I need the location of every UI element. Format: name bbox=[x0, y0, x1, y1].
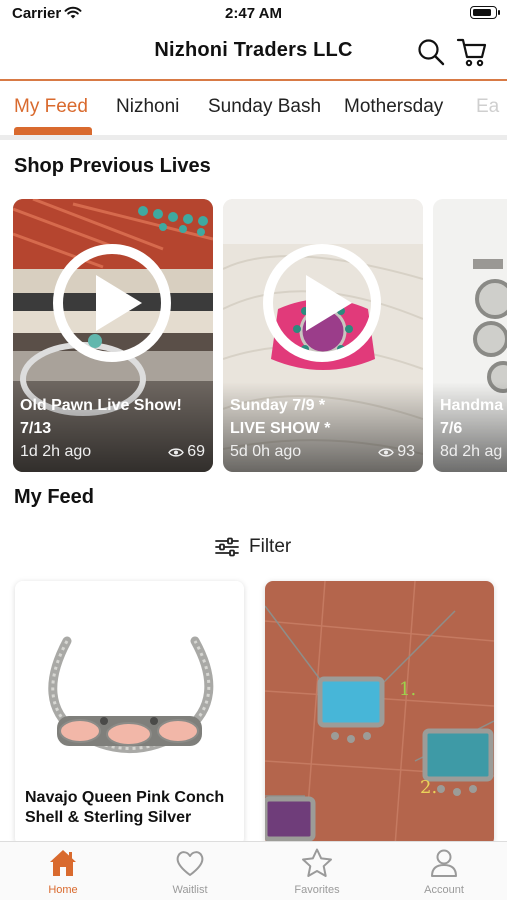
app-header: Nizhoni Traders LLC bbox=[0, 28, 507, 80]
person-icon bbox=[431, 849, 457, 877]
live-views: 93 bbox=[378, 443, 415, 461]
sliders-icon bbox=[215, 537, 239, 557]
star-icon bbox=[302, 848, 332, 877]
filter-label: Filter bbox=[249, 536, 292, 557]
tab-my-feed[interactable]: My Feed bbox=[14, 96, 88, 118]
live-age: 1d 2h ago bbox=[20, 443, 92, 460]
battery-icon bbox=[470, 6, 500, 19]
tab-nizhoni[interactable]: Nizhoni bbox=[116, 96, 179, 118]
section-title-previous-lives: Shop Previous Lives bbox=[14, 155, 211, 177]
tab-sunday-bash[interactable]: Sunday Bash bbox=[208, 96, 321, 118]
product-card[interactable]: Navajo Queen Pink Conch Shell & Sterling… bbox=[15, 581, 244, 846]
live-age: 8d 2h ag bbox=[440, 443, 503, 460]
nav-label: Favorites bbox=[294, 884, 340, 896]
battery-level bbox=[473, 9, 491, 16]
tab-partial[interactable]: Ea bbox=[476, 96, 499, 118]
eye-icon bbox=[168, 447, 185, 457]
nav-label: Waitlist bbox=[172, 884, 208, 896]
product-image bbox=[15, 581, 244, 781]
nav-account[interactable]: Account bbox=[381, 842, 507, 900]
nav-home[interactable]: Home bbox=[0, 842, 126, 900]
product-title: Navajo Queen Pink Conch Shell & Sterling… bbox=[25, 789, 225, 826]
live-title: Old Pawn Live Show! 7/13 bbox=[20, 397, 182, 437]
live-title: Handma 7/6 bbox=[440, 397, 504, 437]
heart-icon bbox=[176, 851, 204, 876]
tab-mothersday[interactable]: Mothersday bbox=[344, 96, 443, 118]
live-card[interactable]: Old Pawn Live Show! 7/13 1d 2h ago 69 bbox=[13, 199, 213, 472]
nav-label: Home bbox=[48, 884, 78, 896]
views-count: 69 bbox=[187, 443, 205, 460]
eye-icon bbox=[378, 447, 395, 457]
previous-lives-carousel[interactable]: Old Pawn Live Show! 7/13 1d 2h ago 69 Su… bbox=[0, 199, 507, 473]
search-icon[interactable] bbox=[417, 38, 445, 66]
product-card[interactable]: 1. 2. bbox=[265, 581, 494, 846]
live-card[interactable]: Handma 7/6 8d 2h ag bbox=[433, 199, 507, 472]
status-bar: Carrier 2:47 AM bbox=[0, 0, 507, 28]
nav-waitlist[interactable]: Waitlist bbox=[127, 842, 253, 900]
nav-label: Account bbox=[424, 884, 464, 896]
status-time: 2:47 AM bbox=[225, 5, 282, 22]
live-title: Sunday 7/9 * LIVE SHOW * bbox=[230, 397, 331, 437]
photo-label-2: 2. bbox=[420, 777, 437, 798]
bottom-navigation: Home Waitlist Favorites Account bbox=[0, 841, 507, 900]
filter-button[interactable]: Filter bbox=[215, 534, 291, 560]
tabs-divider bbox=[0, 135, 507, 140]
cart-icon[interactable] bbox=[456, 36, 488, 68]
product-image: 1. 2. bbox=[265, 581, 494, 846]
nav-favorites[interactable]: Favorites bbox=[254, 842, 380, 900]
live-views: 69 bbox=[168, 443, 205, 461]
home-icon bbox=[50, 850, 76, 876]
play-icon[interactable] bbox=[260, 241, 384, 365]
live-age: 5d 0h ago bbox=[230, 443, 302, 460]
photo-label-1: 1. bbox=[399, 679, 416, 700]
views-count: 93 bbox=[397, 443, 415, 460]
play-icon[interactable] bbox=[50, 241, 174, 365]
active-tab-indicator bbox=[14, 127, 92, 135]
live-card[interactable]: Sunday 7/9 * LIVE SHOW * 5d 0h ago 93 bbox=[223, 199, 423, 472]
tab-bar: My Feed Nizhoni Sunday Bash Mothersday E… bbox=[0, 81, 507, 137]
section-title-my-feed: My Feed bbox=[14, 486, 95, 508]
